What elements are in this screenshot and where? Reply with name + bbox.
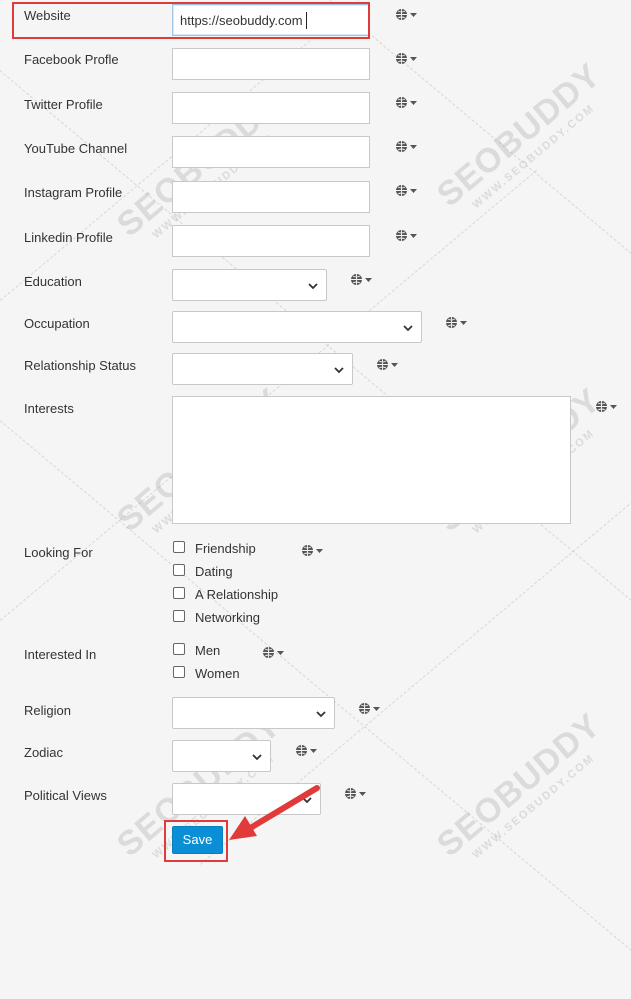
twitter-input[interactable]: [172, 92, 370, 124]
interests-label: Interests: [24, 401, 74, 416]
linkedin-label: Linkedin Profile: [24, 230, 113, 245]
youtube-label: YouTube Channel: [24, 141, 128, 156]
instagram-input[interactable]: [172, 181, 370, 213]
occupation-label: Occupation: [24, 316, 90, 331]
relationship-option-label[interactable]: A Relationship: [195, 587, 278, 602]
zodiac-select[interactable]: [172, 740, 271, 772]
dating-checkbox[interactable]: [173, 564, 185, 576]
globe-icon[interactable]: [301, 544, 325, 558]
religion-select[interactable]: [172, 697, 335, 729]
friendship-option-label[interactable]: Friendship: [195, 541, 256, 556]
globe-icon[interactable]: [395, 140, 419, 154]
watermark: SEOBUDDY WWW.SEOBUDDY.COM: [430, 55, 609, 215]
twitter-label: Twitter Profile: [24, 97, 103, 112]
globe-icon[interactable]: [262, 646, 286, 660]
save-highlight-box: [164, 820, 228, 862]
political-views-label: Political Views: [24, 788, 107, 803]
women-checkbox[interactable]: [173, 666, 185, 678]
chevron-down-icon: [316, 711, 326, 718]
religion-label: Religion: [24, 703, 71, 718]
education-label: Education: [24, 274, 82, 289]
education-select[interactable]: [172, 269, 327, 301]
men-option-label[interactable]: Men: [195, 643, 220, 658]
instagram-label: Instagram Profile: [24, 185, 123, 200]
zodiac-label: Zodiac: [24, 745, 64, 760]
chevron-down-icon: [334, 367, 344, 374]
interests-textarea[interactable]: [172, 396, 571, 524]
relationship-checkbox[interactable]: [173, 587, 185, 599]
watermark: SEOBUDDY WWW.SEOBUDDY.COM: [430, 705, 609, 865]
occupation-select[interactable]: [172, 311, 422, 343]
chevron-down-icon: [403, 325, 413, 332]
globe-icon[interactable]: [295, 744, 319, 758]
chevron-down-icon: [308, 283, 318, 290]
networking-checkbox[interactable]: [173, 610, 185, 622]
globe-icon[interactable]: [595, 400, 619, 414]
globe-icon[interactable]: [358, 702, 382, 716]
relationship-label: Relationship Status: [24, 358, 137, 373]
youtube-input[interactable]: [172, 136, 370, 168]
globe-icon[interactable]: [395, 229, 419, 243]
relationship-select[interactable]: [172, 353, 353, 385]
facebook-label: Facebook Profle: [24, 52, 119, 67]
men-checkbox[interactable]: [173, 643, 185, 655]
globe-icon[interactable]: [344, 787, 368, 801]
globe-icon[interactable]: [395, 52, 419, 66]
chevron-down-icon: [252, 754, 262, 761]
globe-icon[interactable]: [376, 358, 400, 372]
arrow-annotation-icon: [229, 785, 320, 840]
globe-icon[interactable]: [395, 96, 419, 110]
women-option-label[interactable]: Women: [195, 666, 240, 681]
globe-icon[interactable]: [395, 184, 419, 198]
looking-for-label: Looking For: [24, 545, 93, 560]
globe-icon[interactable]: [445, 316, 469, 330]
website-highlight-box: [12, 2, 370, 39]
dating-option-label[interactable]: Dating: [195, 564, 233, 579]
linkedin-input[interactable]: [172, 225, 370, 257]
interested-in-label: Interested In: [24, 647, 97, 662]
facebook-input[interactable]: [172, 48, 370, 80]
networking-option-label[interactable]: Networking: [195, 610, 260, 625]
friendship-checkbox[interactable]: [173, 541, 185, 553]
globe-icon[interactable]: [350, 273, 374, 287]
globe-icon[interactable]: [395, 8, 419, 22]
